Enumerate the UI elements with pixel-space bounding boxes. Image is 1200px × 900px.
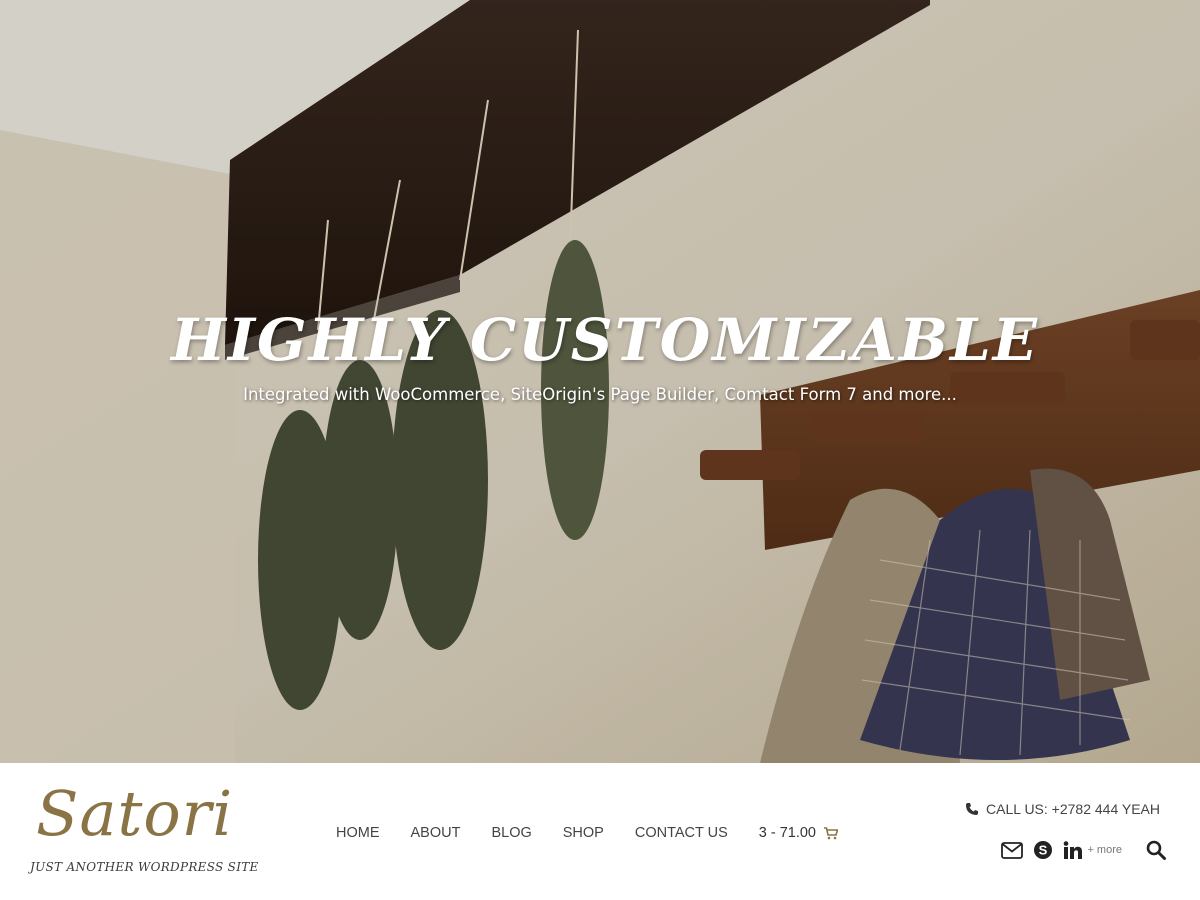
shopping-cart-icon — [824, 826, 839, 839]
hero-background-image — [0, 0, 1200, 763]
hero-subtitle: Integrated with WooCommerce, SiteOrigin'… — [243, 385, 957, 404]
envelope-icon[interactable] — [1001, 841, 1024, 859]
nav-item-shop[interactable]: SHOP — [563, 825, 604, 841]
social-links: S + more — [1001, 840, 1166, 860]
site-logo[interactable]: Satori — [36, 783, 233, 845]
more-social-link[interactable]: + more — [1087, 844, 1122, 856]
site-tagline: JUST ANOTHER WORDPRESS SITE — [30, 860, 259, 874]
nav-item-home[interactable]: HOME — [336, 825, 380, 841]
contact-phone: CALL US: +2782 444 YEAH — [965, 801, 1160, 817]
linkedin-icon[interactable] — [1063, 840, 1083, 860]
hero-title: HIGHLY CUSTOMIZABLE — [171, 306, 1039, 374]
hero-banner: HIGHLY CUSTOMIZABLE Integrated with WooC… — [0, 0, 1200, 763]
nav-item-blog[interactable]: BLOG — [491, 825, 531, 841]
cart-total: 3 - 71.00 — [758, 825, 817, 841]
search-icon[interactable] — [1146, 840, 1166, 860]
svg-text:S: S — [1039, 843, 1048, 858]
nav-item-about[interactable]: ABOUT — [411, 825, 461, 841]
phone-icon — [966, 803, 979, 815]
skype-icon[interactable]: S — [1033, 840, 1053, 860]
main-navigation: HOME ABOUT BLOG SHOP CONTACT US 3 - 71.0… — [336, 825, 839, 841]
cart-link[interactable]: 3 - 71.00 — [758, 825, 839, 841]
site-header: Satori JUST ANOTHER WORDPRESS SITE HOME … — [0, 763, 1200, 900]
nav-item-contact-us[interactable]: CONTACT US — [635, 825, 728, 841]
phone-text: CALL US: +2782 444 YEAH — [986, 801, 1160, 817]
